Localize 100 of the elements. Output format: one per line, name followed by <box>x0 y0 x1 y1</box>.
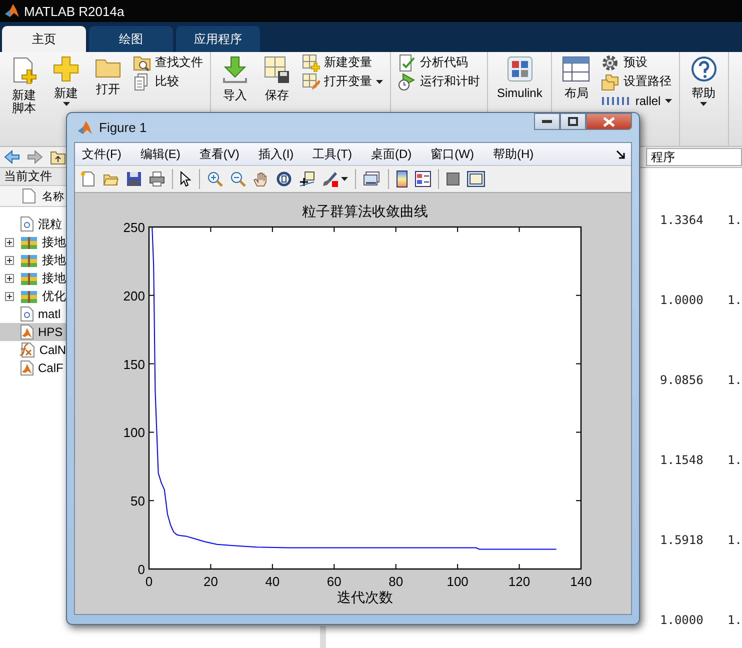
tick-label: 0 <box>145 574 153 589</box>
file-row[interactable]: 接地 <box>0 233 66 251</box>
output-value: 1.0000 <box>660 293 704 309</box>
linked-windows-icon[interactable] <box>363 171 381 187</box>
tick-label: 50 <box>130 494 145 509</box>
output-value: 1. <box>728 213 742 229</box>
grid-pencil-icon <box>302 72 320 90</box>
brush-icon[interactable] <box>322 171 338 187</box>
menu-item[interactable]: 插入(I) <box>258 146 294 162</box>
output-value: 1. <box>728 453 742 469</box>
minimize-icon <box>542 120 552 124</box>
tick-label: 20 <box>203 574 218 589</box>
dock-arrow-icon[interactable] <box>616 150 625 158</box>
tab[interactable]: 绘图 <box>89 26 173 52</box>
address-field[interactable]: 程序 <box>646 148 742 166</box>
toolstrip-button[interactable]: 布局 <box>555 52 598 100</box>
zoom-out-icon[interactable] <box>230 171 246 187</box>
grid-disk-icon <box>264 56 290 84</box>
block-diagram-icon <box>506 56 533 82</box>
striped-folder-icon <box>20 288 38 304</box>
chart-title: 粒子群算法收敛曲线 <box>302 203 428 219</box>
menu-item[interactable]: 查看(V) <box>199 146 240 162</box>
tick-label: 40 <box>265 574 280 589</box>
toolstrip-button[interactable]: Simulink <box>491 52 548 100</box>
toolstrip-button[interactable]: 设置路径 <box>601 72 672 91</box>
toolstrip-button[interactable]: 分析代码 <box>398 53 480 72</box>
toolstrip-button[interactable]: 打开 <box>87 52 129 96</box>
forward-arrow-icon[interactable] <box>27 150 43 164</box>
back-arrow-icon[interactable] <box>4 150 20 164</box>
rotate-icon[interactable] <box>276 171 292 187</box>
toolstrip-button[interactable]: 新建变量 <box>302 53 383 72</box>
toolstrip-button[interactable]: 帮助 <box>682 52 725 106</box>
toolstrip-button[interactable]: 新建 <box>45 52 87 106</box>
legend-icon[interactable] <box>415 171 431 187</box>
tick-label: 0 <box>138 562 145 577</box>
file-row[interactable]: 接地 <box>0 251 66 269</box>
expand-icon[interactable] <box>5 256 14 264</box>
toolstrip-button[interactable]: 保存 <box>256 52 298 102</box>
splitter-bar[interactable] <box>320 626 326 648</box>
close-icon <box>603 116 615 126</box>
minimize-button[interactable] <box>534 113 560 130</box>
caret-icon[interactable] <box>341 177 348 181</box>
menu-item[interactable]: 帮助(H) <box>492 146 534 162</box>
document-check-icon <box>398 54 416 72</box>
folder-up-icon[interactable] <box>50 149 66 165</box>
pointer-icon[interactable] <box>180 171 192 187</box>
output-value: 1.1548 <box>660 453 704 469</box>
tick-label: 250 <box>123 220 145 235</box>
tick-label: 200 <box>123 288 145 304</box>
toolstrip-button[interactable]: 新建 脚本 <box>3 52 45 115</box>
axis-label: 迭代次数 <box>337 589 393 605</box>
peak-document-icon <box>20 360 34 376</box>
grid-plus-icon <box>302 54 320 72</box>
toolstrip-button[interactable]: 比较 <box>133 72 203 91</box>
peak-logo-icon <box>4 3 20 19</box>
striped-folder-icon <box>20 252 38 268</box>
toolstrip-button[interactable]: 预设 <box>601 53 672 72</box>
expand-icon[interactable] <box>5 274 14 282</box>
frame-icon[interactable] <box>467 171 485 187</box>
menu-item[interactable]: 工具(T) <box>312 146 352 162</box>
file-row[interactable]: HPS <box>0 323 66 341</box>
maximize-button[interactable] <box>560 113 586 130</box>
menu-item[interactable]: 窗口(W) <box>430 146 474 162</box>
file-row[interactable]: 混粒 <box>0 215 66 233</box>
toolstrip-button[interactable]: 打开变量 <box>302 72 383 91</box>
function-document-icon <box>19 342 36 358</box>
toolstrip-button[interactable]: 运行和计时 <box>398 72 480 91</box>
output-value: 1.3364 <box>660 213 704 229</box>
tick-label: 150 <box>123 356 145 372</box>
peak-document-icon <box>20 324 34 340</box>
toolstrip-button[interactable]: 导入 <box>214 52 256 102</box>
new-file-icon[interactable] <box>80 171 96 187</box>
file-row[interactable]: 接地 <box>0 269 66 287</box>
toolstrip-button[interactable]: 查找文件 <box>133 53 203 72</box>
hand-icon[interactable] <box>253 171 269 187</box>
square-icon[interactable] <box>446 172 460 186</box>
tick-label: 80 <box>388 574 404 589</box>
file-row[interactable]: matl <box>0 305 66 323</box>
expand-icon[interactable] <box>5 238 14 246</box>
clock-play-icon <box>398 72 416 90</box>
window-title: Figure 1 <box>99 120 147 135</box>
tab[interactable]: 主页 <box>2 26 86 52</box>
zoom-in-icon[interactable] <box>207 171 223 187</box>
data-cursor-icon[interactable] <box>299 171 315 187</box>
toolstrip-button[interactable]: rallel <box>601 91 672 110</box>
menu-item[interactable]: 文件(F) <box>82 146 122 162</box>
window-grid-icon <box>562 56 590 82</box>
menu-item[interactable]: 编辑(E) <box>140 146 180 162</box>
colorbar-icon[interactable] <box>396 170 408 188</box>
save-icon[interactable] <box>126 171 142 187</box>
close-button[interactable] <box>586 113 632 130</box>
file-row[interactable]: 优化 <box>0 287 66 305</box>
printer-icon[interactable] <box>149 171 165 187</box>
file-row[interactable]: CalF <box>0 359 66 377</box>
file-row[interactable]: CalN <box>0 341 66 359</box>
menu-item[interactable]: 桌面(D) <box>370 146 412 162</box>
help-icon <box>690 56 717 82</box>
expand-icon[interactable] <box>5 292 14 300</box>
tab[interactable]: 应用程序 <box>176 26 260 52</box>
gear-icon <box>601 54 620 72</box>
